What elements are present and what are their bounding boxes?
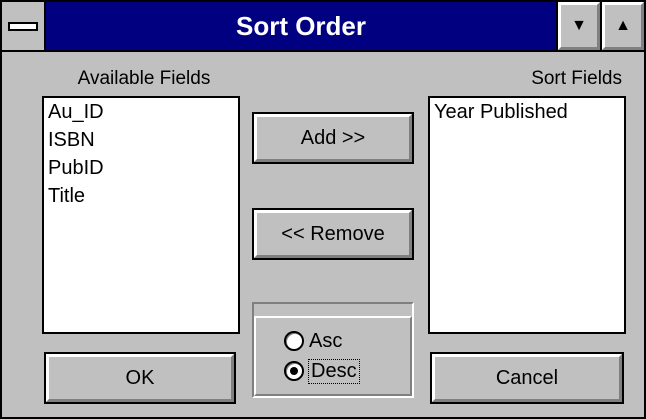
desc-option[interactable]: Desc bbox=[284, 358, 360, 384]
desc-label: Desc bbox=[308, 358, 360, 384]
sort-fields-label: Sort Fields bbox=[531, 68, 622, 89]
cancel-button-label: Cancel bbox=[495, 366, 559, 389]
desc-radio[interactable] bbox=[284, 361, 304, 381]
list-item[interactable]: ISBN bbox=[44, 126, 238, 154]
system-menu-button[interactable] bbox=[2, 2, 46, 50]
list-item[interactable]: PubID bbox=[44, 154, 238, 182]
ok-button[interactable]: OK bbox=[44, 352, 236, 404]
remove-button-label: << Remove bbox=[281, 222, 385, 245]
asc-option[interactable]: Asc bbox=[284, 328, 342, 354]
available-fields-list[interactable]: Au_ID ISBN PubID Title bbox=[42, 96, 240, 334]
minimize-icon: ▼ bbox=[571, 17, 587, 34]
ok-button-label: OK bbox=[125, 366, 155, 389]
available-fields-label: Available Fields bbox=[77, 68, 211, 89]
window-title: Sort Order bbox=[235, 11, 367, 41]
asc-radio[interactable] bbox=[284, 331, 304, 351]
minimize-button[interactable]: ▼ bbox=[556, 2, 600, 50]
list-item[interactable]: Au_ID bbox=[44, 98, 238, 126]
asc-label: Asc bbox=[309, 329, 343, 352]
sort-order-dialog: Sort Order ▼ ▲ Available Fields Au_ID IS… bbox=[0, 0, 646, 419]
sort-direction-group: Asc Desc bbox=[252, 302, 414, 398]
sort-fields-list[interactable]: Year Published bbox=[428, 96, 626, 334]
list-item[interactable]: Year Published bbox=[430, 98, 624, 126]
cancel-button[interactable]: Cancel bbox=[430, 352, 624, 404]
add-button-label: Add >> bbox=[300, 126, 366, 149]
title-bar: Sort Order ▼ ▲ bbox=[2, 2, 644, 52]
selected-dot bbox=[290, 367, 298, 375]
maximize-button[interactable]: ▲ bbox=[600, 2, 644, 50]
system-menu-icon bbox=[8, 22, 38, 31]
list-item[interactable]: Title bbox=[44, 182, 238, 210]
remove-button[interactable]: << Remove bbox=[252, 208, 414, 260]
maximize-icon: ▲ bbox=[615, 17, 631, 34]
add-button[interactable]: Add >> bbox=[252, 112, 414, 164]
